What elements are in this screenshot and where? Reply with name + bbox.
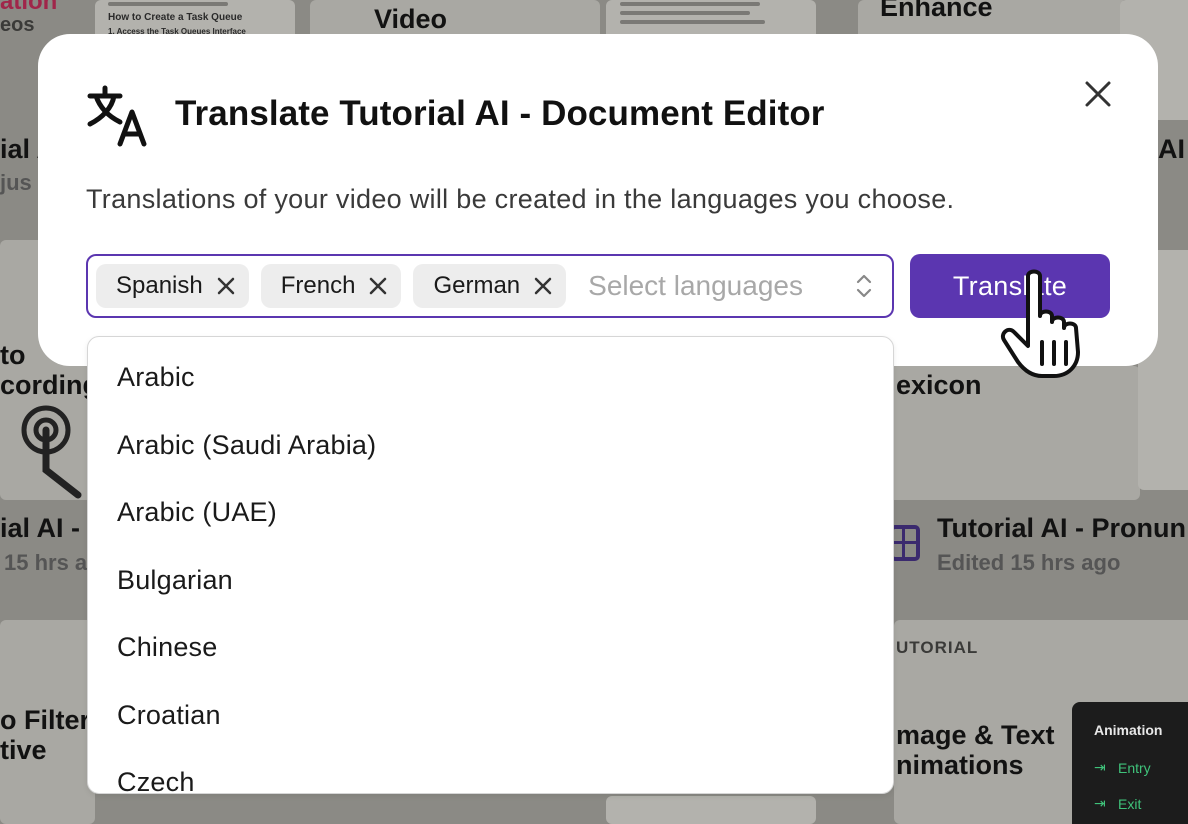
language-option-arabic-saudi-arabia[interactable]: Arabic (Saudi Arabia) xyxy=(88,412,893,480)
close-icon[interactable] xyxy=(1084,80,1112,108)
language-chip-german: German xyxy=(413,264,567,308)
language-search-placeholder[interactable]: Select languages xyxy=(588,270,854,302)
bg-text: Enhance xyxy=(880,0,993,22)
bg-text: jus xyxy=(0,170,32,195)
chip-label: French xyxy=(280,272,356,299)
bg-text: exicon xyxy=(896,370,982,400)
bg-animation-title: Animation xyxy=(1094,722,1163,738)
remove-spanish-button[interactable] xyxy=(215,275,237,297)
language-option-chinese[interactable]: Chinese xyxy=(88,614,893,682)
translate-button[interactable]: Translate xyxy=(910,254,1110,318)
bg-animation-exit: Exit xyxy=(1094,795,1188,812)
language-option-arabic-uae[interactable]: Arabic (UAE) xyxy=(88,479,893,547)
language-option-bulgarian[interactable]: Bulgarian xyxy=(88,547,893,615)
bg-text: Edited 15 hrs ago xyxy=(937,550,1121,575)
bg-text: o Filter xyxy=(0,705,91,735)
bg-text: 15 hrs a xyxy=(4,550,88,575)
bg-text: ial AI - xyxy=(0,513,81,543)
language-option-czech[interactable]: Czech xyxy=(88,749,893,793)
remove-german-button[interactable] xyxy=(532,275,554,297)
bg-animation-panel: Animation Entry Exit xyxy=(1072,702,1188,824)
language-multiselect[interactable]: Spanish French German Select languages xyxy=(86,254,894,318)
bg-card-bottom xyxy=(606,796,816,824)
bg-text: UTORIAL xyxy=(896,638,979,657)
translate-icon xyxy=(87,85,147,147)
bg-doc-lines xyxy=(620,2,770,29)
language-option-arabic[interactable]: Arabic xyxy=(88,344,893,412)
touch-gesture-icon xyxy=(21,405,82,499)
bg-text: eos xyxy=(0,14,35,36)
modal-title: Translate Tutorial AI - Document Editor xyxy=(175,94,825,133)
bg-text: Tutorial AI - Pronun xyxy=(937,513,1186,543)
chip-label: Spanish xyxy=(116,272,203,299)
close-icon[interactable] xyxy=(367,275,389,297)
language-option-croatian[interactable]: Croatian xyxy=(88,682,893,750)
bg-text: AI T xyxy=(1158,134,1188,164)
modal-description: Translations of your video will be creat… xyxy=(86,184,955,214)
bg-text: How to Create a Task Queue xyxy=(108,12,243,23)
language-dropdown[interactable]: Arabic Arabic (Saudi Arabia) Arabic (UAE… xyxy=(87,336,894,794)
bg-text: to xyxy=(0,340,26,370)
bg-text: cording xyxy=(0,370,99,400)
bg-text: Video xyxy=(374,4,448,34)
language-chip-spanish: Spanish xyxy=(96,264,249,308)
bg-animation-entry: Entry xyxy=(1094,759,1188,776)
remove-french-button[interactable] xyxy=(367,275,389,297)
film-icon xyxy=(890,525,920,561)
bg-doc-lines xyxy=(108,2,258,11)
bg-text: mage & Text xyxy=(896,720,1055,750)
bg-text: tive xyxy=(0,735,47,765)
bg-text: nimations xyxy=(896,750,1024,780)
language-options-list: Arabic Arabic (Saudi Arabia) Arabic (UAE… xyxy=(88,337,893,793)
translate-modal: Translate Tutorial AI - Document Editor … xyxy=(38,34,1158,366)
chevron-up-down-icon[interactable] xyxy=(855,272,873,300)
language-chip-french: French xyxy=(260,264,402,308)
close-icon[interactable] xyxy=(532,275,554,297)
close-icon[interactable] xyxy=(215,275,237,297)
select-toggle[interactable] xyxy=(854,271,874,301)
chip-label: German xyxy=(433,272,521,299)
close-button[interactable] xyxy=(1078,74,1118,114)
